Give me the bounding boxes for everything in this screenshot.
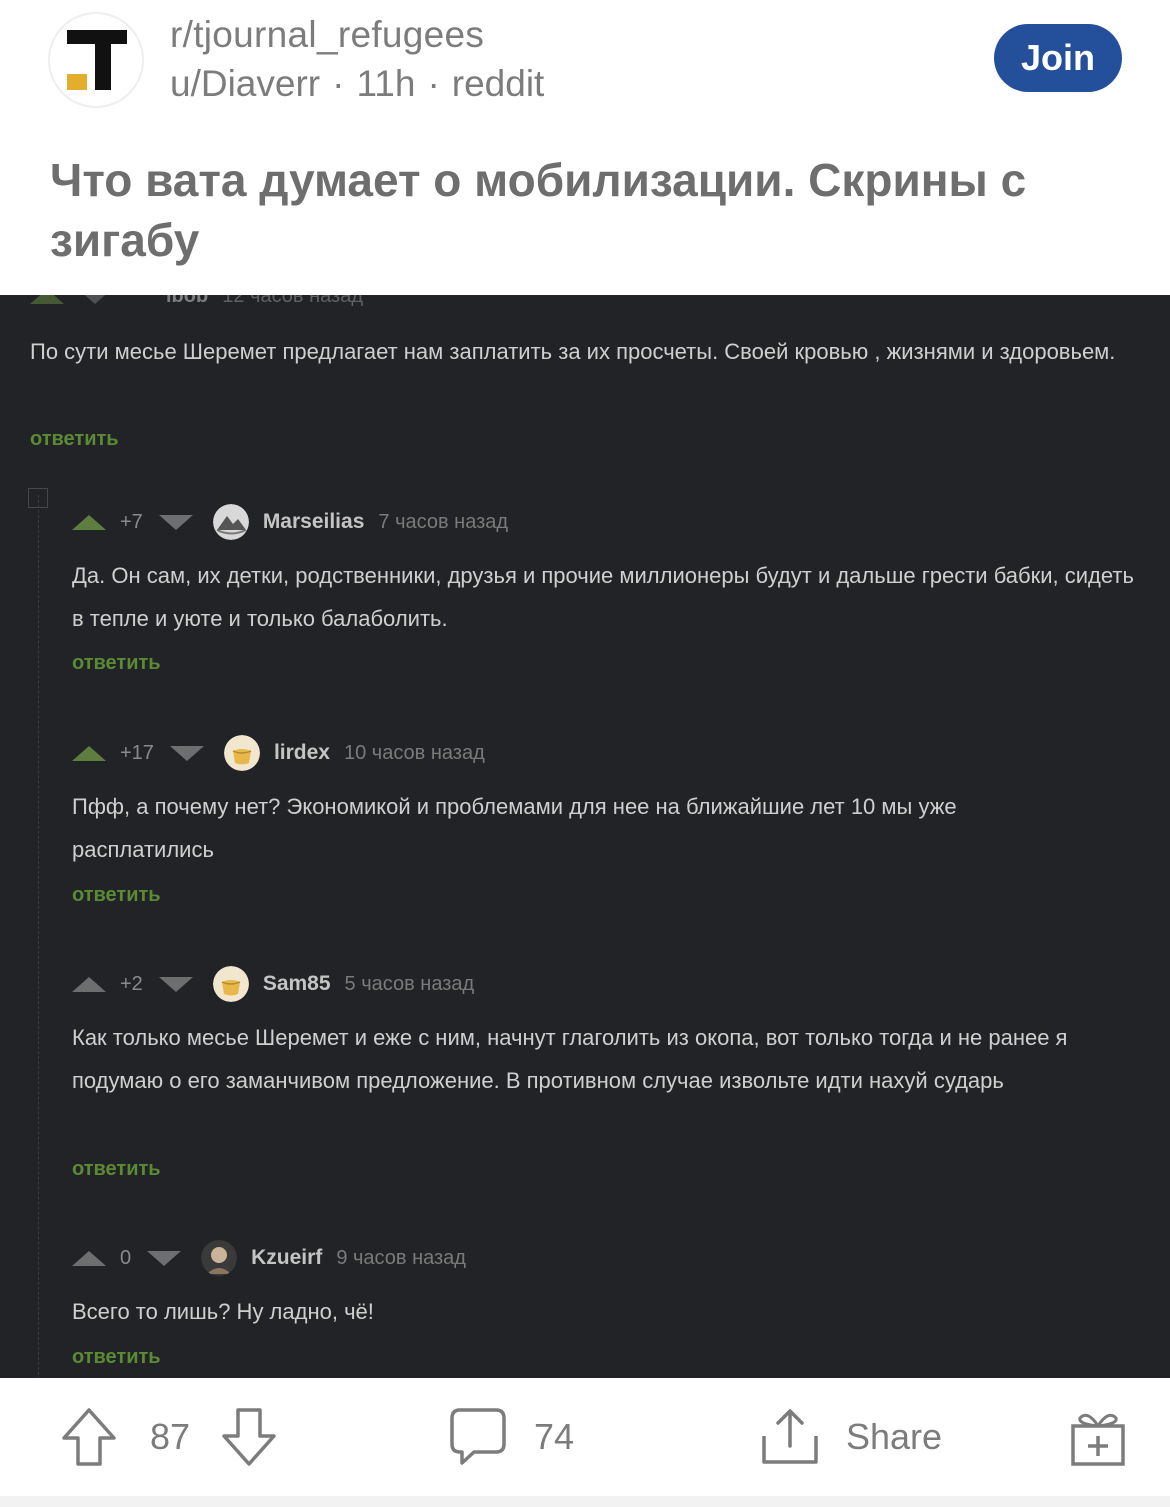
comment-score: +2 bbox=[120, 972, 143, 995]
comment-text: По сути месье Шеремет предлагает нам зап… bbox=[30, 339, 1116, 364]
comment-time: 7 часов назад bbox=[378, 510, 509, 533]
comment-time: 5 часов назад bbox=[344, 972, 475, 995]
comment-author: Marseilias bbox=[262, 510, 365, 533]
award-icon bbox=[1068, 1406, 1128, 1468]
reply-link: ответить bbox=[30, 428, 119, 450]
comment-score: 0 bbox=[120, 1246, 132, 1269]
comment-count: 74 bbox=[534, 1416, 575, 1457]
post-age: 11h bbox=[356, 63, 416, 104]
post-meta: u/Diaverr · 11h · reddit bbox=[170, 63, 544, 105]
cut-off-comment-header: lbob 12 часов назад bbox=[30, 295, 363, 311]
vote-count: 87 bbox=[150, 1416, 191, 1457]
award-button[interactable] bbox=[1068, 1378, 1128, 1496]
comment-icon bbox=[448, 1406, 508, 1468]
upvote-icon[interactable] bbox=[60, 1406, 118, 1468]
downvote-icon bbox=[78, 295, 112, 304]
post-source: reddit bbox=[451, 63, 545, 104]
comment-time: 12 часов назад bbox=[222, 295, 363, 307]
comment-header: +2 Sam85 5 часов назад bbox=[72, 966, 474, 1002]
upvote-icon bbox=[72, 1250, 106, 1266]
share-button[interactable]: Share bbox=[760, 1378, 942, 1496]
share-icon bbox=[760, 1406, 820, 1468]
comment-header: +17 lirdex 10 часов назад bbox=[72, 735, 485, 771]
subreddit-avatar[interactable] bbox=[48, 12, 144, 108]
thread-line bbox=[38, 495, 40, 1378]
comments-button[interactable]: 74 bbox=[448, 1378, 574, 1496]
comment-header: +7 Marseilias 7 часов назад bbox=[72, 504, 508, 540]
avatar bbox=[223, 735, 260, 771]
reply-link: ответить bbox=[72, 652, 161, 674]
avatar bbox=[201, 1240, 238, 1276]
avatar bbox=[212, 966, 249, 1002]
share-label: Share bbox=[846, 1416, 943, 1457]
reply-link: ответить bbox=[72, 1346, 161, 1368]
action-bar: 87 74 Share bbox=[0, 1378, 1170, 1496]
upvote-icon bbox=[72, 514, 106, 530]
downvote-icon bbox=[158, 976, 193, 992]
post-title[interactable]: Что вата думает о мобилизации. Скрины с … bbox=[50, 150, 1140, 270]
upvote-icon bbox=[72, 745, 106, 761]
post-header: r/tjournal_refugees u/Diaverr · 11h · reddit… bbox=[0, 0, 1170, 295]
comment-text: Как только месье Шеремет и еже с ним, на… bbox=[72, 1025, 1068, 1093]
comment-score: +7 bbox=[120, 510, 143, 533]
downvote-icon bbox=[147, 1250, 182, 1266]
reply-link: ответить bbox=[72, 1158, 161, 1180]
comment-author: Kzueirf bbox=[251, 1246, 323, 1269]
separator-dot: · bbox=[427, 63, 440, 104]
post-author[interactable]: u/Diaverr bbox=[170, 63, 320, 104]
avatar bbox=[212, 504, 249, 540]
comment-header: 0 Kzueirf 9 часов назад bbox=[72, 1240, 466, 1276]
comment-author: lirdex bbox=[273, 741, 330, 764]
upvote-icon bbox=[72, 976, 106, 992]
subreddit-name[interactable]: r/tjournal_refugees bbox=[170, 14, 484, 56]
reply-link: ответить bbox=[72, 884, 161, 906]
separator-dot: · bbox=[332, 63, 345, 104]
comment-time: 10 часов назад bbox=[343, 741, 485, 764]
join-button[interactable]: Join bbox=[994, 24, 1122, 92]
tj-logo-icon bbox=[67, 30, 127, 90]
comment-text: Всего то лишь? Ну ладно, чё! bbox=[72, 1299, 374, 1324]
comment-text: Да. Он сам, их детки, родственники, друз… bbox=[72, 563, 1134, 631]
comment-text: Пфф, а почему нет? Экономикой и проблема… bbox=[72, 794, 957, 862]
comment-author: lbob bbox=[166, 295, 209, 307]
comment-time: 9 часов назад bbox=[336, 1246, 466, 1269]
comment-author: Sam85 bbox=[262, 972, 331, 995]
bottom-strip bbox=[0, 1496, 1170, 1507]
vote-group: 87 bbox=[60, 1378, 278, 1496]
upvote-icon bbox=[30, 295, 64, 304]
downvote-icon[interactable] bbox=[220, 1406, 278, 1468]
downvote-icon bbox=[169, 745, 204, 761]
post-image[interactable]: lbob 12 часов назад По сути месье Шереме… bbox=[0, 295, 1170, 1378]
comment-score: +17 bbox=[120, 741, 154, 764]
downvote-icon bbox=[158, 514, 193, 530]
